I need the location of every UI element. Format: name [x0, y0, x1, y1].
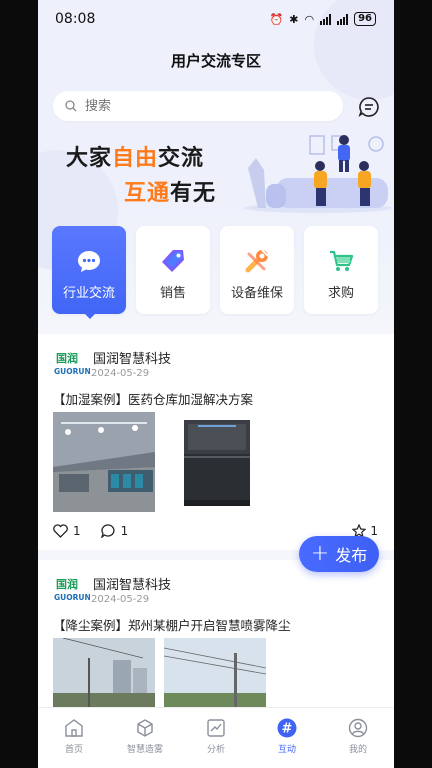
plus-icon: +	[310, 541, 330, 566]
comment-button[interactable]: 1	[100, 524, 129, 538]
page-title: 用户交流专区	[170, 52, 261, 70]
svg-text:国润: 国润	[56, 351, 78, 365]
post-actions: 1 1	[53, 524, 128, 538]
publish-label: 发布	[335, 546, 368, 565]
search-input[interactable]	[83, 97, 317, 115]
category-row: 行业交流 销售 设备维保 求购	[52, 226, 382, 319]
tab-smart-mist[interactable]: 智慧造雾	[115, 718, 175, 755]
signal-icon	[337, 13, 349, 25]
chat-bubble-icon	[78, 251, 100, 272]
category-label: 行业交流	[62, 286, 115, 301]
svg-text:GUORUN: GUORUN	[54, 593, 90, 602]
post-date: 2024-05-29	[91, 594, 150, 605]
shopping-cart-icon	[330, 250, 354, 271]
hash-icon: #	[277, 718, 297, 738]
tab-label: 分析	[206, 745, 225, 755]
company-logo: 国润 GUORUN	[54, 351, 90, 376]
chart-icon	[207, 719, 225, 737]
category-sales[interactable]: 销售	[136, 226, 210, 314]
post-title[interactable]: 【加湿案例】医药仓库加湿解决方案	[53, 389, 253, 408]
tab-label: 首页	[64, 745, 83, 755]
alarm-icon: ⏰	[269, 12, 284, 26]
category-label: 销售	[159, 286, 186, 301]
cube-icon	[137, 719, 153, 737]
comment-icon	[100, 524, 115, 538]
svg-text:GUORUN: GUORUN	[54, 367, 90, 376]
svg-text:国润: 国润	[56, 577, 78, 591]
category-label: 求购	[327, 286, 354, 301]
post-card[interactable]: 国润 GUORUN 国润智慧科技 2024-05-29 【加湿案例】医药仓库加湿…	[38, 334, 394, 550]
category-industry-chat[interactable]: 行业交流	[52, 226, 126, 314]
tab-home[interactable]: 首页	[44, 718, 104, 755]
search-bar[interactable]	[53, 91, 343, 121]
post-image-humidifier[interactable]	[164, 412, 266, 512]
banner-slogan-line1: 大家自由交流	[66, 146, 205, 171]
company-logo: 国润 GUORUN	[54, 577, 90, 602]
people-chatting-illustration	[244, 135, 392, 213]
status-icons: ⏰ ✱ ◠ 96	[270, 12, 376, 26]
author-name[interactable]: 国润智慧科技	[93, 348, 171, 367]
tab-mine[interactable]: 我的	[328, 718, 388, 755]
user-icon	[348, 718, 368, 738]
search-icon	[65, 100, 77, 112]
tab-interaction[interactable]: # 互动	[257, 718, 317, 755]
bottom-tab-bar: 首页 智慧造雾 分析 # 互动 我的	[38, 707, 394, 768]
active-category-pointer	[83, 312, 97, 319]
tab-analysis[interactable]: 分析	[186, 718, 246, 755]
tab-label: 智慧造雾	[126, 745, 163, 755]
app-screen: 08:08 ⏰ ✱ ◠ 96 用户交流专区 大家自由交流 互通有无	[38, 0, 394, 768]
post-feed: 国润 GUORUN 国润智慧科技 2024-05-29 【加湿案例】医药仓库加湿…	[38, 334, 394, 740]
wifi-icon: ◠	[304, 12, 315, 26]
tab-label: 我的	[348, 745, 367, 755]
humidifier-photo	[164, 412, 266, 512]
post-image-warehouse[interactable]	[53, 412, 155, 512]
post-title[interactable]: 【降尘案例】郑州某棚户开启智慧喷雾降尘	[53, 615, 291, 634]
wrench-icon	[245, 249, 269, 273]
like-count: 1	[73, 524, 81, 538]
like-button[interactable]: 1	[53, 524, 81, 538]
banner-slogan-line2: 互通有无	[124, 181, 217, 206]
svg-text:#: #	[282, 722, 293, 737]
category-label: 设备维保	[230, 286, 283, 301]
comment-count: 1	[120, 524, 129, 538]
status-time: 08:08	[55, 11, 96, 27]
publish-button[interactable]: + 发布	[299, 536, 379, 572]
message-icon[interactable]	[358, 96, 380, 118]
heart-icon	[53, 524, 68, 538]
category-maintenance[interactable]: 设备维保	[220, 226, 294, 314]
battery-icon: 96	[354, 12, 376, 26]
favorite-count: 1	[370, 524, 378, 538]
home-icon	[65, 719, 83, 737]
category-purchase[interactable]: 求购	[304, 226, 378, 314]
status-bar: 08:08 ⏰ ✱ ◠ 96	[38, 0, 394, 40]
author-name[interactable]: 国润智慧科技	[93, 574, 171, 593]
warehouse-photo	[53, 412, 155, 512]
post-date: 2024-05-29	[91, 368, 150, 379]
bluetooth-icon: ✱	[289, 12, 299, 26]
tab-label: 互动	[277, 745, 296, 755]
signal-icon	[320, 13, 332, 25]
price-tag-icon	[162, 250, 184, 272]
